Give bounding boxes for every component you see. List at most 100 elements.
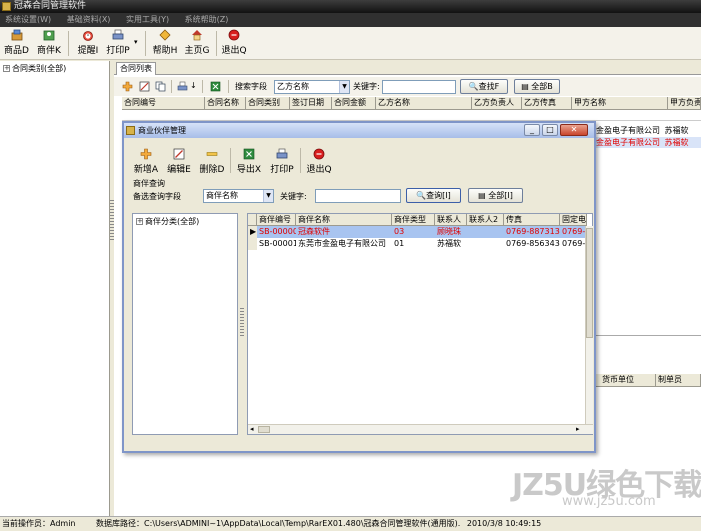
show-all-button[interactable]: ▤ 全部B <box>514 79 560 94</box>
col-party-b-fax[interactable]: 乙方传真 <box>522 97 572 110</box>
table-row[interactable]: 金盈电子有限公司 苏福软 <box>596 125 701 136</box>
dialog-title-bar[interactable]: 商业伙伴管理 _ □ ✕ <box>124 123 594 138</box>
home-button[interactable]: 主页G <box>182 29 212 58</box>
maximize-button[interactable]: □ <box>542 124 558 136</box>
status-datetime: 2010/3/8 10:49:15 <box>466 519 542 528</box>
col-party-a-name[interactable]: 甲方名称 <box>572 97 668 110</box>
printer-icon <box>112 29 124 40</box>
row-indicator <box>248 238 257 250</box>
col-party-b-name[interactable]: 乙方名称 <box>376 97 472 110</box>
minimize-button[interactable]: _ <box>524 124 540 136</box>
toolbar-separator <box>230 148 231 173</box>
printer-icon[interactable] <box>177 81 188 92</box>
col-sign-date[interactable]: 签订日期 <box>290 97 332 110</box>
query-field-label: 备选查询字段 <box>133 192 181 201</box>
col-contact[interactable]: 联系人 <box>435 214 467 226</box>
col-partner-id[interactable]: 商伴编号 <box>257 214 296 226</box>
partner-icon <box>43 30 55 41</box>
col-phone[interactable]: 固定电 <box>560 214 587 226</box>
col-contact2[interactable]: 联系人2 <box>467 214 504 226</box>
tree-root-contract-categories[interactable]: + 合同类别(全部) <box>3 63 66 74</box>
table-row[interactable]: SB-00001 东莞市金盈电子有限公司 01 苏福软 0769-8563439… <box>248 238 587 250</box>
scrollbar-thumb[interactable] <box>586 228 593 338</box>
table-row[interactable]: ▶ SB-00000 冠森软件 03 顾晓珠 0769-88731322 076… <box>248 226 587 238</box>
col-partner-name[interactable]: 商伴名称 <box>296 214 392 226</box>
new-partner-button[interactable]: 新增A <box>132 148 160 177</box>
folder-icon: ▤ <box>521 82 529 91</box>
col-contract-category[interactable]: 合同类别 <box>246 97 290 110</box>
dialog-show-all-button[interactable]: ▤ 全部[I] <box>468 188 523 203</box>
expand-icon[interactable]: + <box>136 218 143 225</box>
scroll-right-icon[interactable]: ▸ <box>576 425 580 433</box>
query-field-select[interactable]: 商伴名称 ▼ <box>203 189 274 203</box>
table-row[interactable]: 金盈电子有限公司 苏福软 <box>596 137 701 148</box>
exit-icon <box>313 148 325 160</box>
goods-icon <box>11 29 22 41</box>
toolbar-separator <box>171 80 172 93</box>
col-fax[interactable]: 传真 <box>504 214 560 226</box>
query-button[interactable]: 🔍查询[I] <box>406 188 461 203</box>
edit-icon[interactable] <box>139 81 150 92</box>
col-contract-name[interactable]: 合同名称 <box>205 97 246 110</box>
partner-button[interactable]: 商伴K <box>34 29 64 58</box>
print-button[interactable]: 打印P <box>104 29 132 58</box>
col-contract-no[interactable]: 合同编号 <box>122 97 205 110</box>
menu-help[interactable]: 系统帮助(Z) <box>185 13 229 27</box>
toolbar-separator <box>216 31 217 56</box>
edit-icon <box>173 148 185 160</box>
splitter-grip[interactable] <box>240 308 244 338</box>
tree-root-partner-categories[interactable]: + 商伴分类(全部) <box>136 216 199 227</box>
help-button[interactable]: 帮助H <box>150 29 180 58</box>
col-currency-unit[interactable]: 货币单位 <box>600 374 656 387</box>
toolbar-separator <box>228 80 229 93</box>
vertical-scrollbar[interactable] <box>585 226 593 424</box>
col-partner-type[interactable]: 商伴类型 <box>392 214 435 226</box>
chevron-down-icon[interactable]: ▼ <box>263 190 273 202</box>
watermark-url: www.jz5u.com <box>562 494 656 509</box>
keyword-input[interactable] <box>382 80 456 94</box>
arrow-down-icon[interactable]: ↓ <box>190 81 197 90</box>
expand-icon[interactable]: + <box>3 65 10 72</box>
export-button[interactable]: 导出X <box>234 148 264 177</box>
app-icon <box>2 2 11 11</box>
magnifier-icon: 🔍 <box>468 82 479 91</box>
tab-contract-list[interactable]: 合同列表 <box>116 62 156 75</box>
scrollbar-thumb[interactable] <box>258 426 270 433</box>
printer-icon <box>276 148 288 159</box>
horizontal-scrollbar[interactable]: ◂ ▸ <box>248 424 593 434</box>
col-party-a-manager[interactable]: 甲方负责 <box>668 97 701 110</box>
delete-partner-button[interactable]: 删除D <box>197 148 227 177</box>
home-icon <box>192 30 202 41</box>
keyword-label: 关键字: <box>353 82 380 91</box>
find-button[interactable]: 🔍查找F <box>460 79 508 94</box>
exit-button[interactable]: 退出Q <box>220 29 248 58</box>
chevron-down-icon[interactable]: ▼ <box>339 81 349 93</box>
dialog-app-icon <box>126 126 135 135</box>
add-icon[interactable] <box>122 81 133 92</box>
reminder-button[interactable]: 提醒I <box>73 29 103 58</box>
contract-grid-header: 合同编号 合同名称 合同类别 签订日期 合同金额 乙方名称 乙方负责人 乙方传真… <box>122 97 701 110</box>
app-title: 冠森合同管理软件 <box>14 1 87 11</box>
contract-filter-row[interactable] <box>122 110 701 121</box>
excel-export-icon[interactable] <box>210 81 221 92</box>
menu-bar: 系统设置(W) 基础资料(X) 实用工具(Y) 系统帮助(Z) <box>0 13 701 27</box>
goods-button[interactable]: 商品D <box>3 29 30 58</box>
col-contract-amount[interactable]: 合同金额 <box>332 97 376 110</box>
scroll-left-icon[interactable]: ◂ <box>250 425 254 433</box>
print-dropdown-icon[interactable]: ▾ <box>134 38 138 46</box>
edit-partner-button[interactable]: 编辑E <box>164 148 194 177</box>
exit-dialog-button[interactable]: 退出Q <box>304 148 334 177</box>
dialog-keyword-input[interactable] <box>315 189 401 203</box>
print-partner-button[interactable]: 打印P <box>267 148 297 177</box>
excel-export-icon <box>243 148 255 160</box>
partner-category-tree: + 商伴分类(全部) <box>132 213 238 435</box>
search-field-select[interactable]: 乙方名称 ▼ <box>274 80 350 94</box>
main-window: 冠森合同管理软件 系统设置(W) 基础资料(X) 实用工具(Y) 系统帮助(Z)… <box>0 0 701 531</box>
close-button[interactable]: ✕ <box>560 124 588 136</box>
menu-tools[interactable]: 实用工具(Y) <box>126 13 169 27</box>
menu-system-settings[interactable]: 系统设置(W) <box>5 13 51 27</box>
copy-icon[interactable] <box>155 81 166 92</box>
col-creator[interactable]: 制单员 <box>656 374 701 387</box>
col-party-b-manager[interactable]: 乙方负责人 <box>472 97 522 110</box>
menu-basic-data[interactable]: 基础资料(X) <box>67 13 111 27</box>
